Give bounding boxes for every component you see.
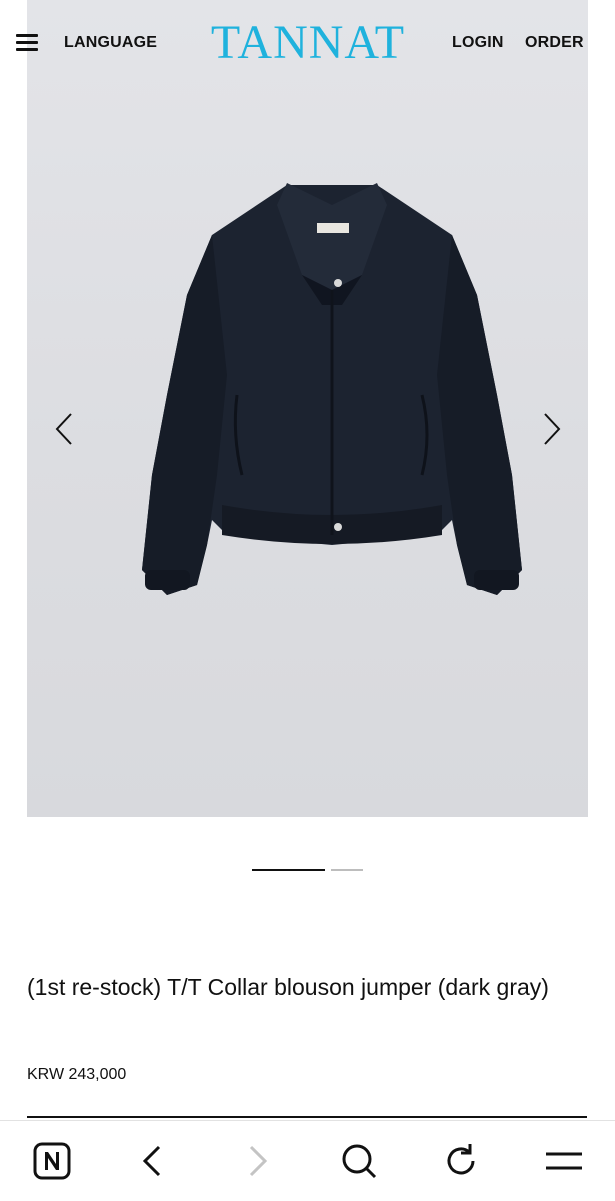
language-link[interactable]: LANGUAGE [64,34,157,52]
chevron-left-icon[interactable] [54,412,74,446]
hamburger-menu-icon[interactable] [16,34,38,52]
order-link[interactable]: ORDER [525,34,584,52]
menu-icon[interactable] [542,1139,586,1183]
product-price: KRW 243,000 [27,1066,127,1083]
n-home-icon[interactable] [30,1139,74,1183]
product-title: (1st re-stock) T/T Collar blouson jumper… [27,974,549,1000]
tannat-logo[interactable]: TANNAT [205,18,411,68]
site-header: LANGUAGE TANNAT LOGIN ORDER [0,0,615,86]
jacket-photo [142,183,522,595]
browser-toolbar [0,1120,615,1201]
search-icon[interactable] [337,1139,381,1183]
slide-indicator[interactable] [331,869,363,871]
back-icon[interactable] [131,1139,175,1183]
product-image[interactable] [27,0,588,817]
reload-icon[interactable] [439,1139,483,1183]
chevron-right-icon[interactable] [542,412,562,446]
forward-icon[interactable] [235,1139,279,1183]
slide-indicator-active[interactable] [252,869,325,871]
divider [27,1116,587,1118]
login-link[interactable]: LOGIN [452,34,504,52]
